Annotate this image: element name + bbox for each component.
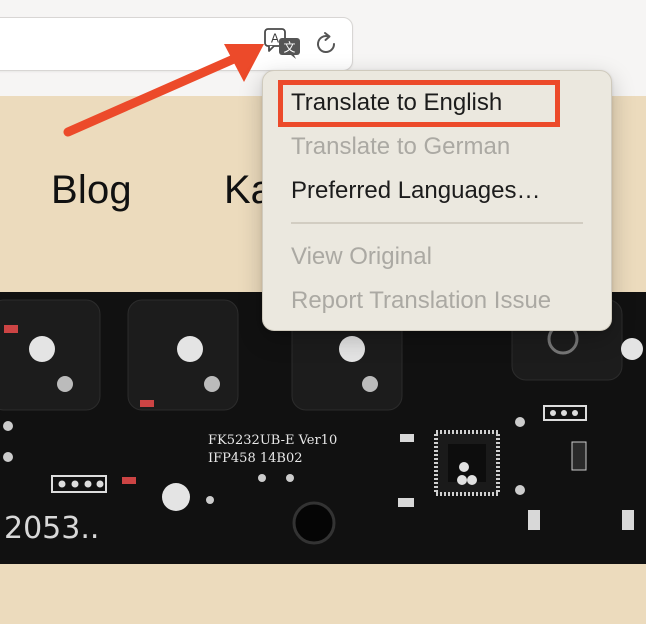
svg-text:A: A (271, 32, 280, 46)
annotation-highlight-box (278, 80, 560, 127)
menu-separator (291, 222, 583, 224)
menu-item-preferred-languages[interactable]: Preferred Languages… (291, 177, 541, 205)
translate-icon: A 文 (264, 28, 300, 59)
pcb-label-line2: IFP458 14B02 (208, 451, 303, 466)
translate-button[interactable]: A 文 (262, 27, 304, 61)
circuit-board-image: FK5232UB-E Ver10 IFP458 14B02 2053.. (0, 292, 646, 564)
nav-link-blog[interactable]: Blog (51, 168, 132, 213)
menu-item-translate-german: Translate to German (291, 133, 511, 160)
pcb-label-line1: FK5232UB-E Ver10 (208, 433, 337, 448)
reload-icon (317, 32, 336, 53)
reload-button[interactable] (311, 29, 341, 59)
pcb-number: 2053.. (4, 511, 99, 546)
svg-text:文: 文 (283, 40, 295, 55)
menu-item-report-translation-issue: Report Translation Issue (291, 287, 552, 314)
menu-item-view-original: View Original (291, 243, 432, 270)
